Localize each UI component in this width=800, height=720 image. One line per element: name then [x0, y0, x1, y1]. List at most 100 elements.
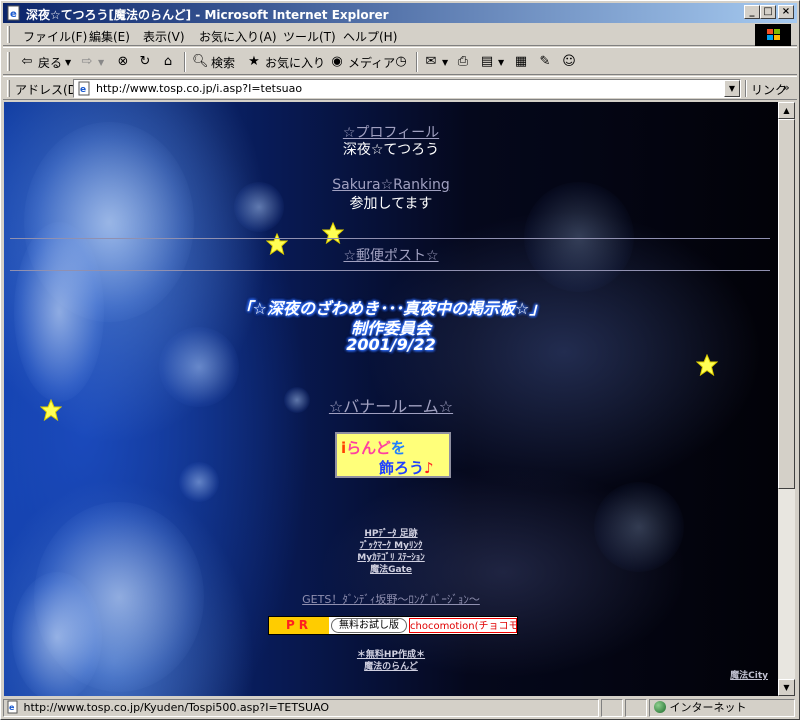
- mahou-city-link[interactable]: 魔法City: [730, 668, 768, 681]
- maximize-button[interactable]: □: [760, 5, 776, 19]
- svg-text:e: e: [9, 703, 15, 712]
- banner-land: らんど: [346, 439, 391, 457]
- favorites-button[interactable]: ★ お気に入り: [246, 52, 325, 72]
- windows-logo-icon: [755, 24, 791, 46]
- search-button[interactable]: 🔍︎ 検索: [192, 52, 235, 72]
- forward-arrow-icon: ⇨: [81, 54, 93, 69]
- menu-file[interactable]: ファイル(F): [23, 28, 87, 45]
- favorites-icon: ★: [248, 54, 260, 69]
- title-bar: e 深夜☆てつろう[魔法のらんど] - Microsoft Internet E…: [3, 3, 797, 23]
- print-button[interactable]: ⎙: [455, 52, 471, 72]
- menu-view[interactable]: 表示(V): [143, 28, 185, 45]
- forward-button[interactable]: ⇨ ▼: [79, 52, 105, 72]
- back-dropdown-icon: ▼: [65, 57, 72, 67]
- refresh-icon: ↻: [139, 54, 151, 69]
- menu-help[interactable]: ヘルプ(H): [343, 28, 397, 45]
- mail-dropdown-icon: ▼: [442, 57, 449, 67]
- back-button[interactable]: ⇦ 戻る ▼: [19, 52, 72, 72]
- status-text-pane: e http://www.tosp.co.jp/Kyuden/Tospi500.…: [3, 699, 599, 717]
- bokeh-light: [179, 462, 219, 502]
- pr-trial-label: 無料お試し版: [331, 618, 407, 633]
- ie-page-icon: e: [7, 5, 20, 21]
- media-button[interactable]: ◉ メディア: [329, 52, 395, 72]
- mail-post-link[interactable]: ☆郵便ポスト☆: [343, 248, 438, 264]
- edit-button[interactable]: ▤ ▼: [479, 52, 504, 72]
- address-label: アドレス(D): [15, 83, 82, 97]
- gets-link[interactable]: GETS！ﾀﾞﾝﾃﾞｨ坂野～ﾛﾝｸﾞﾊﾞｰｼﾞｮﾝ～: [302, 593, 480, 606]
- mail-button[interactable]: ✉ ▼: [423, 52, 449, 72]
- status-url: http://www.tosp.co.jp/Kyuden/Tospi500.as…: [23, 701, 330, 714]
- star-icon: [322, 222, 344, 244]
- links-separator: [745, 80, 747, 97]
- stop-icon: ⊗: [117, 54, 129, 69]
- forward-dropdown-icon: ▼: [98, 57, 105, 67]
- status-pane: [625, 699, 647, 717]
- divider-line: [10, 270, 770, 271]
- globe-icon: [654, 701, 666, 713]
- mail-icon: ✉: [425, 54, 437, 69]
- iland-banner[interactable]: iらんどを 飾ろう♪: [335, 432, 451, 478]
- discuss-icon: ▦: [514, 54, 528, 69]
- page-icon: e: [78, 81, 90, 96]
- home-icon: ⌂: [163, 54, 173, 69]
- messenger-button[interactable]: ☺: [561, 52, 577, 72]
- links-chevron-icon[interactable]: »: [783, 81, 790, 94]
- window-title: 深夜☆てつろう[魔法のらんど] - Microsoft Internet Exp…: [26, 8, 389, 22]
- star-icon: [696, 354, 718, 376]
- toolbar-grip[interactable]: [7, 52, 10, 71]
- pr-ad-bar[interactable]: PR 無料お試し版 chocomotion(チョコモ: [268, 616, 518, 635]
- history-button[interactable]: ◷: [393, 52, 409, 72]
- toolbar-separator: [184, 52, 186, 72]
- menu-tools[interactable]: ツール(T): [283, 28, 336, 45]
- bbs-date: 2001/9/22: [346, 335, 436, 354]
- banner-wo: を: [390, 439, 406, 457]
- search-icon: 🔍︎: [192, 54, 209, 69]
- address-input[interactable]: e http://www.tosp.co.jp/i.asp?I=tetsuao …: [73, 79, 741, 98]
- close-button[interactable]: ×: [778, 5, 794, 19]
- standard-toolbar: ⇦ 戻る ▼ ⇨ ▼ ⊗ ↻ ⌂ 🔍︎ 検索 ★ お気に入り ◉ メディア ◷ …: [3, 47, 797, 75]
- refresh-button[interactable]: ↻: [137, 52, 153, 72]
- author-name: 深夜☆てつろう: [342, 142, 440, 158]
- address-url: http://www.tosp.co.jp/i.asp?I=tetsuao: [96, 82, 303, 95]
- menu-edit[interactable]: 編集(E): [89, 28, 130, 45]
- menu-favorites[interactable]: お気に入り(A): [199, 28, 277, 45]
- minimize-button[interactable]: _: [744, 5, 760, 19]
- banner-kazarou: 飾ろう: [379, 459, 425, 477]
- back-label: 戻る: [38, 55, 63, 70]
- ranking-link[interactable]: Sakura☆Ranking: [332, 177, 450, 193]
- svg-text:e: e: [10, 9, 17, 20]
- search-label: 検索: [211, 55, 236, 70]
- links-button[interactable]: リンク: [751, 81, 787, 98]
- scroll-down-icon[interactable]: ▼: [778, 679, 795, 696]
- research-icon: ✎: [539, 54, 551, 69]
- status-bar: e http://www.tosp.co.jp/Kyuden/Tospi500.…: [3, 698, 797, 718]
- favorites-label: お気に入り: [265, 55, 326, 70]
- research-button[interactable]: ✎: [537, 52, 553, 72]
- mahou-land-link[interactable]: 魔法のらんど: [364, 662, 418, 672]
- page-icon: e: [7, 700, 18, 714]
- pr-label: PR: [269, 617, 329, 634]
- home-button[interactable]: ⌂: [160, 52, 176, 72]
- pr-ad-text: chocomotion(チョコモ: [409, 618, 517, 633]
- browser-window: e 深夜☆てつろう[魔法のらんど] - Microsoft Internet E…: [0, 0, 800, 720]
- scroll-thumb[interactable]: [778, 119, 795, 489]
- svg-text:e: e: [80, 85, 86, 95]
- addressbar-grip[interactable]: [7, 80, 10, 97]
- zone-pane: インターネット: [649, 699, 795, 717]
- page-content: ☆プロフィール 深夜☆てつろう Sakura☆Ranking 参加してます ☆郵…: [4, 102, 778, 696]
- banner-note: ♪: [424, 459, 434, 477]
- small-link-gate[interactable]: 魔法Gate: [370, 565, 412, 575]
- stop-button[interactable]: ⊗: [115, 52, 131, 72]
- messenger-icon: ☺: [562, 54, 576, 69]
- vertical-scrollbar[interactable]: ▲ ▼: [778, 102, 795, 696]
- scroll-up-icon[interactable]: ▲: [778, 102, 795, 119]
- ranking-note: 参加してます: [349, 196, 433, 212]
- address-bar: アドレス(D) e http://www.tosp.co.jp/i.asp?I=…: [3, 76, 797, 100]
- menubar-grip[interactable]: [7, 26, 10, 43]
- address-dropdown-icon[interactable]: ▼: [724, 80, 740, 97]
- print-icon: ⎙: [457, 54, 469, 69]
- menu-bar: ファイル(F) 編集(E) 表示(V) お気に入り(A) ツール(T) ヘルプ(…: [3, 24, 797, 46]
- toolbar-separator: [416, 52, 418, 72]
- banner-room-link[interactable]: ☆バナールーム☆: [329, 397, 453, 416]
- discuss-button[interactable]: ▦: [513, 52, 529, 72]
